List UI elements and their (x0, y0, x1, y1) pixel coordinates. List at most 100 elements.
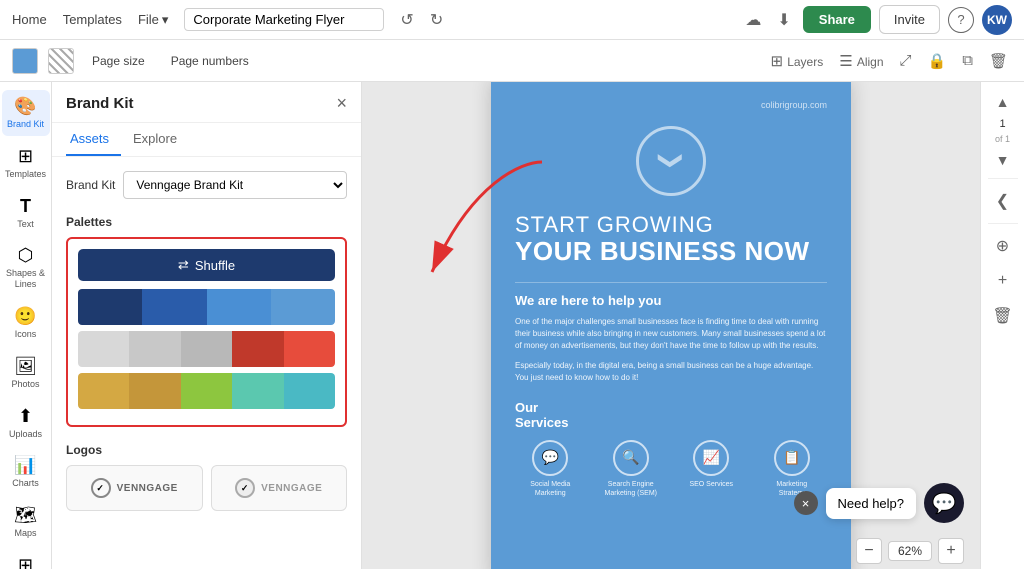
collapse-panel-button[interactable]: ❮ (990, 185, 1015, 217)
panel-close-button[interactable]: × (336, 94, 347, 112)
uploads-icon: ⬆ (18, 406, 33, 427)
flyer-body-text-2: Especially today, in the digital era, be… (515, 360, 827, 384)
resize-button[interactable]: ⤢ (896, 48, 916, 73)
logo-item-filled[interactable]: ✓ VENNGAGE (211, 465, 348, 511)
avatar-button[interactable]: KW (982, 5, 1012, 35)
align-button[interactable]: ☰ Align (835, 48, 887, 74)
palette-swatch[interactable] (78, 289, 142, 325)
sidebar-item-charts[interactable]: 📊 Charts (2, 449, 50, 495)
undo-button[interactable]: ↺ (396, 6, 417, 34)
sidebar-item-maps[interactable]: 🗺 Maps (2, 499, 50, 545)
pattern-swatch[interactable] (48, 48, 74, 74)
help-text: Need help? (826, 488, 917, 519)
service-item-seo: 📈 SEO Services (676, 440, 747, 498)
page-size-button[interactable]: Page size (84, 50, 153, 72)
flyer-sub-heading: We are here to help you (515, 293, 827, 308)
invite-button[interactable]: Invite (879, 5, 940, 34)
flyer-services-grid: 💬 Social MediaMarketing 🔍 Search EngineM… (515, 440, 827, 498)
question-mark-icon: ? (957, 12, 964, 27)
share-button[interactable]: Share (803, 6, 871, 33)
trash-icon: 🗑 (992, 308, 1012, 325)
home-nav[interactable]: Home (12, 12, 47, 27)
palette-swatch[interactable] (129, 331, 180, 367)
chat-button[interactable]: 💬 (924, 483, 964, 523)
file-nav[interactable]: File ▾ (138, 12, 168, 28)
palette-swatch[interactable] (181, 373, 232, 409)
templates-icon: ⊞ (18, 146, 33, 167)
sidebar-item-uploads[interactable]: ⬆ Uploads (2, 400, 50, 446)
logo-circle-icon: ✓ (91, 478, 111, 498)
sidebar-item-icons[interactable]: 🙂 Icons (2, 300, 50, 346)
logos-label: Logos (66, 443, 347, 457)
palette-swatch[interactable] (181, 331, 232, 367)
logo-item-outline[interactable]: ✓ VENNGAGE (66, 465, 203, 511)
palette-swatch[interactable] (142, 289, 206, 325)
layers-button[interactable]: ⊞ Layers (766, 48, 827, 74)
tab-explore[interactable]: Explore (129, 123, 189, 156)
file-label: File (138, 12, 159, 27)
second-bar-right: ⊞ Layers ☰ Align ⤢ 🔒 ⧉ 🗑 (766, 48, 1012, 74)
sidebar-item-text[interactable]: T Text (2, 190, 50, 236)
second-bar: Page size Page numbers ⊞ Layers ☰ Align … (0, 40, 1024, 82)
logos-grid: ✓ VENNGAGE ✓ VENNGAGE (66, 465, 347, 511)
palette-swatch[interactable] (284, 373, 335, 409)
sidebar-item-qrcode[interactable]: ⊞ QR Code (2, 549, 50, 569)
palette-row-2 (78, 331, 335, 367)
palette-box: ⇄ Shuffle (66, 237, 347, 427)
zoom-out-button[interactable]: − (856, 538, 882, 564)
tab-assets[interactable]: Assets (66, 123, 121, 156)
flyer-heading-bottom: YOUR BUSINESS NOW (515, 238, 827, 264)
flyer-url: colibrigroup.com (515, 100, 827, 110)
zoom-in-button[interactable]: + (938, 538, 964, 564)
page-numbers-button[interactable]: Page numbers (163, 50, 257, 72)
redo-button[interactable]: ↻ (426, 6, 447, 34)
duplicate-button[interactable]: ⧉ (958, 48, 977, 73)
document-title-input[interactable] (184, 8, 384, 31)
icons-icon: 🙂 (14, 306, 36, 327)
sidebar-item-shapes[interactable]: ⬡ Shapes & Lines (2, 239, 50, 296)
shuffle-icon: ⇄ (178, 257, 189, 273)
cloud-sync-button[interactable]: ☁ (741, 6, 765, 34)
delete-action-button[interactable]: 🗑 (986, 300, 1018, 332)
logo-text-outline: VENNGAGE (117, 483, 178, 494)
add-action-button[interactable]: + (992, 266, 1013, 296)
lock-button[interactable]: 🔒 (924, 48, 951, 74)
delete-button[interactable]: 🗑 (985, 48, 1012, 74)
align-icon: ☰ (839, 53, 852, 70)
palette-swatch[interactable] (232, 373, 283, 409)
text-icon: T (20, 196, 31, 217)
color-swatch[interactable] (12, 48, 38, 74)
photos-icon: 🖼 (14, 356, 37, 377)
sidebar-item-photos[interactable]: 🖼 Photos (2, 350, 50, 396)
templates-nav[interactable]: Templates (63, 12, 122, 27)
panel-title: Brand Kit (66, 95, 134, 112)
palette-swatch[interactable] (271, 289, 335, 325)
help-button[interactable]: ? (948, 7, 974, 33)
sidebar-item-brand-kit[interactable]: 🎨 Brand Kit (2, 90, 50, 136)
checkmark-icon: ✓ (241, 483, 250, 494)
brand-kit-dropdown[interactable]: Venngage Brand Kit (123, 171, 347, 199)
download-button[interactable]: ⬇ (773, 6, 794, 34)
copy-action-button[interactable]: ⊕ (990, 230, 1015, 262)
panel-content: Brand Kit Venngage Brand Kit Palettes ⇄ … (52, 157, 361, 541)
sidebar-item-templates[interactable]: ⊞ Templates (2, 140, 50, 186)
flyer-services-title: OurServices (515, 400, 827, 430)
scroll-up-button[interactable]: ▲ (992, 90, 1014, 114)
duplicate-icon: ⧉ (962, 52, 973, 69)
palette-swatch[interactable] (78, 331, 129, 367)
scroll-down-button[interactable]: ▼ (992, 148, 1014, 172)
palette-swatch[interactable] (232, 331, 283, 367)
palette-swatch[interactable] (78, 373, 129, 409)
flyer-body-text-1: One of the major challenges small busine… (515, 316, 827, 352)
shuffle-button[interactable]: ⇄ Shuffle (78, 249, 335, 281)
palette-swatch[interactable] (284, 331, 335, 367)
palette-swatch[interactable] (129, 373, 180, 409)
download-icon: ⬇ (777, 10, 790, 30)
chat-icon: 💬 (932, 491, 957, 516)
palette-swatch[interactable] (207, 289, 271, 325)
help-close-button[interactable]: × (794, 491, 818, 515)
top-bar: Home Templates File ▾ ↺ ↻ ☁ ⬇ Share Invi… (0, 0, 1024, 40)
brand-kit-select-row: Brand Kit Venngage Brand Kit (66, 171, 347, 199)
panel-header: Brand Kit × (52, 82, 361, 123)
checkmark-icon: ✓ (96, 483, 105, 494)
